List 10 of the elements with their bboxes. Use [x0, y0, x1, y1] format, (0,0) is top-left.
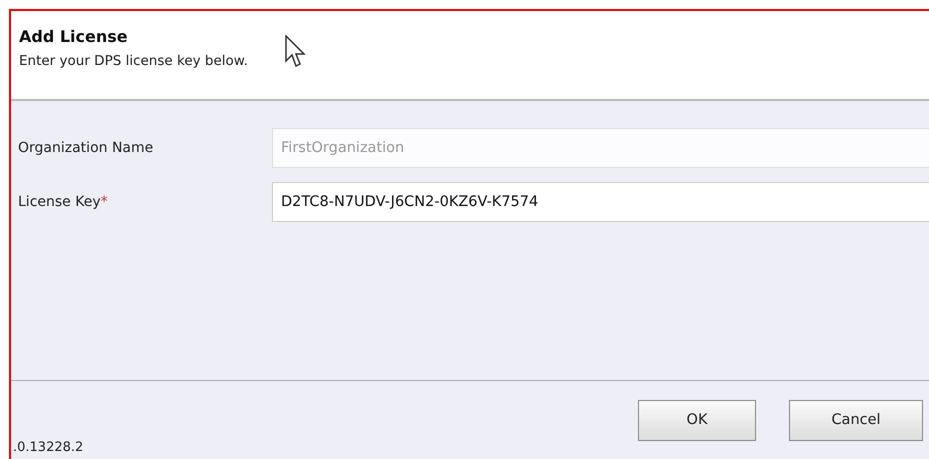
dialog-button[interactable]: OK: [638, 400, 756, 441]
field-label: License Key: [18, 194, 101, 210]
field-label: Organization Name: [18, 140, 154, 156]
required-mark: *: [100, 194, 108, 210]
dialog-title: Add License: [19, 26, 128, 48]
dialog-subtitle: Enter your DPS license key below.: [19, 52, 248, 71]
mouse-cursor-icon: [285, 35, 307, 69]
input-field[interactable]: D2TC8-N7UDV-J6CN2-0KZ6V-K7574: [272, 182, 929, 222]
dialog-button[interactable]: Cancel: [789, 400, 923, 441]
version-text: .0.13228.2: [13, 438, 84, 456]
